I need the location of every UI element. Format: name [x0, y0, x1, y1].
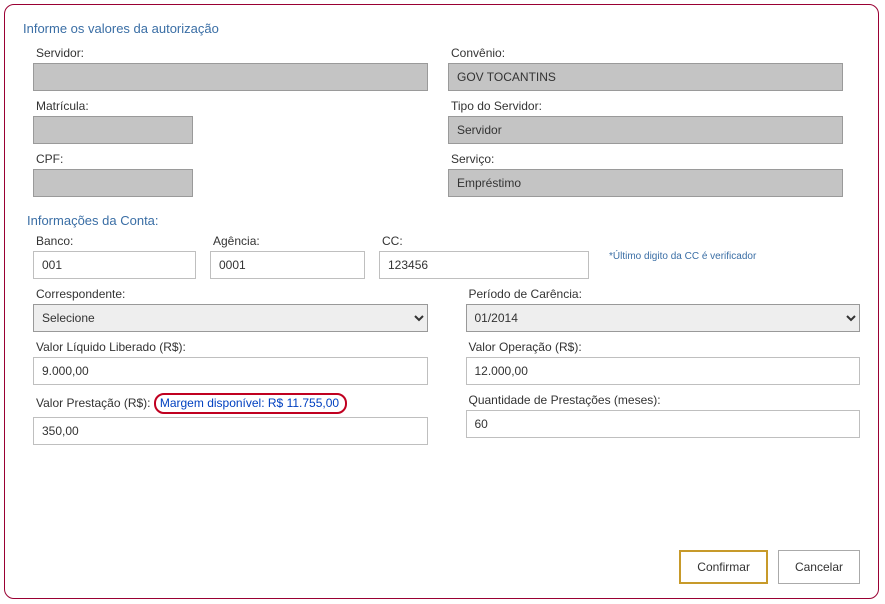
sub-title-account: Informações da Conta:: [27, 213, 860, 228]
margin-available-badge: Margem disponível: R$ 11.755,00: [154, 393, 347, 414]
field-servidor: [33, 63, 428, 91]
field-servico: Empréstimo: [448, 169, 843, 197]
label-tipo-servidor: Tipo do Servidor:: [448, 99, 843, 113]
input-agencia[interactable]: [210, 251, 365, 279]
select-correspondente[interactable]: Selecione: [33, 304, 428, 332]
hint-cc-verifier: *Último digito da CC é verificador: [609, 251, 756, 262]
input-valor-operacao[interactable]: [466, 357, 861, 385]
field-convenio: GOV TOCANTINS: [448, 63, 843, 91]
label-agencia: Agência:: [210, 234, 365, 248]
field-tipo-servidor: Servidor: [448, 116, 843, 144]
field-cpf: [33, 169, 193, 197]
label-banco: Banco:: [33, 234, 196, 248]
cancel-button[interactable]: Cancelar: [778, 550, 860, 584]
label-valor-prestacao: Valor Prestação (R$): Margem disponível:…: [33, 393, 428, 414]
label-valor-prestacao-text: Valor Prestação (R$):: [36, 396, 151, 410]
input-valor-prestacao[interactable]: [33, 417, 428, 445]
label-valor-operacao: Valor Operação (R$):: [466, 340, 861, 354]
label-convenio: Convênio:: [448, 46, 843, 60]
input-qtd-prestacoes[interactable]: [466, 410, 861, 438]
label-cc: CC:: [379, 234, 589, 248]
label-servidor: Servidor:: [33, 46, 428, 60]
label-cpf: CPF:: [33, 152, 428, 166]
label-qtd-prestacoes: Quantidade de Prestações (meses):: [466, 393, 861, 407]
confirm-button[interactable]: Confirmar: [679, 550, 768, 584]
input-cc[interactable]: [379, 251, 589, 279]
label-valor-liquido: Valor Líquido Liberado (R$):: [33, 340, 428, 354]
section-title: Informe os valores da autorização: [23, 21, 860, 36]
authorization-panel: Informe os valores da autorização Servid…: [4, 4, 879, 599]
label-periodo-carencia: Período de Carência:: [466, 287, 861, 301]
select-periodo-carencia[interactable]: 01/2014: [466, 304, 861, 332]
input-banco[interactable]: [33, 251, 196, 279]
field-matricula: [33, 116, 193, 144]
label-matricula: Matrícula:: [33, 99, 428, 113]
input-valor-liquido[interactable]: [33, 357, 428, 385]
label-correspondente: Correspondente:: [33, 287, 428, 301]
label-servico: Serviço:: [448, 152, 843, 166]
